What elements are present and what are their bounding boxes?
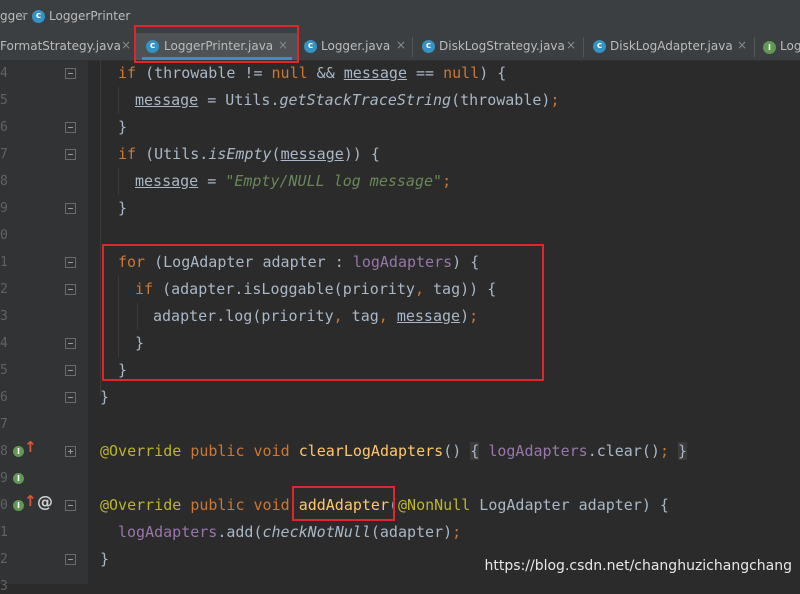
code-line: if (Utils.isEmpty(message)) { [118, 145, 380, 163]
highlight-box-add-adapter [292, 486, 395, 521]
close-icon[interactable]: × [396, 38, 406, 52]
highlight-box-tab [134, 25, 299, 63]
tab-format-strategy[interactable]: FormatStrategy.java × [0, 33, 134, 60]
tab-label: Logg [780, 39, 800, 53]
code-line: logAdapters.add(checkNotNull(adapter); [118, 523, 462, 541]
tab-label: DiskLogStrategy.java [439, 39, 565, 53]
close-icon[interactable]: × [566, 38, 576, 52]
code-line: } [100, 388, 110, 406]
tab-label: DiskLogAdapter.java [610, 39, 733, 53]
watermark: https://blog.csdn.net/changhuzichangchan… [484, 558, 792, 574]
tab-disk-log-adapter[interactable]: c DiskLogAdapter.java × [585, 33, 753, 60]
tab-logger-overflow[interactable]: I Logg [756, 33, 800, 60]
tab-logger[interactable]: c Logger.java × [300, 33, 412, 60]
code-line: } [100, 550, 110, 568]
indent-guide [118, 87, 119, 114]
chevron-right-icon: › [21, 7, 27, 23]
code-line: } [118, 118, 128, 136]
class-icon: c [32, 10, 45, 23]
tab-divider [754, 37, 755, 57]
class-icon: c [304, 40, 317, 53]
tab-divider [583, 37, 584, 57]
close-icon[interactable]: × [121, 38, 131, 52]
breadcrumb-current[interactable]: LoggerPrinter [49, 9, 130, 23]
code-line: if (throwable != null && message == null… [118, 64, 507, 82]
code-line: message = "Empty/NULL log message"; [135, 172, 452, 190]
code-line: @Override public void clearLogAdapters()… [100, 442, 688, 460]
breadcrumb: gger › c LoggerPrinter [0, 0, 800, 33]
tab-label: FormatStrategy.java [0, 39, 121, 53]
indent-guide [100, 60, 101, 396]
indent-guide [118, 168, 119, 195]
tab-label: Logger.java [321, 39, 391, 53]
close-icon[interactable]: × [737, 38, 747, 52]
tab-disk-log-strategy[interactable]: c DiskLogStrategy.java × [414, 33, 582, 60]
class-icon: c [593, 40, 606, 53]
code-editor[interactable]: if (throwable != null && message == null… [0, 60, 800, 584]
tab-divider [412, 37, 413, 57]
interface-icon: I [763, 41, 776, 54]
highlight-box-for-loop [102, 244, 544, 381]
code-line: message = Utils.getStackTraceString(thro… [135, 91, 560, 109]
class-icon: c [422, 40, 435, 53]
code-line: } [118, 199, 128, 217]
editor-tab-bar: FormatStrategy.java × c LoggerPrinter.ja… [0, 33, 800, 61]
